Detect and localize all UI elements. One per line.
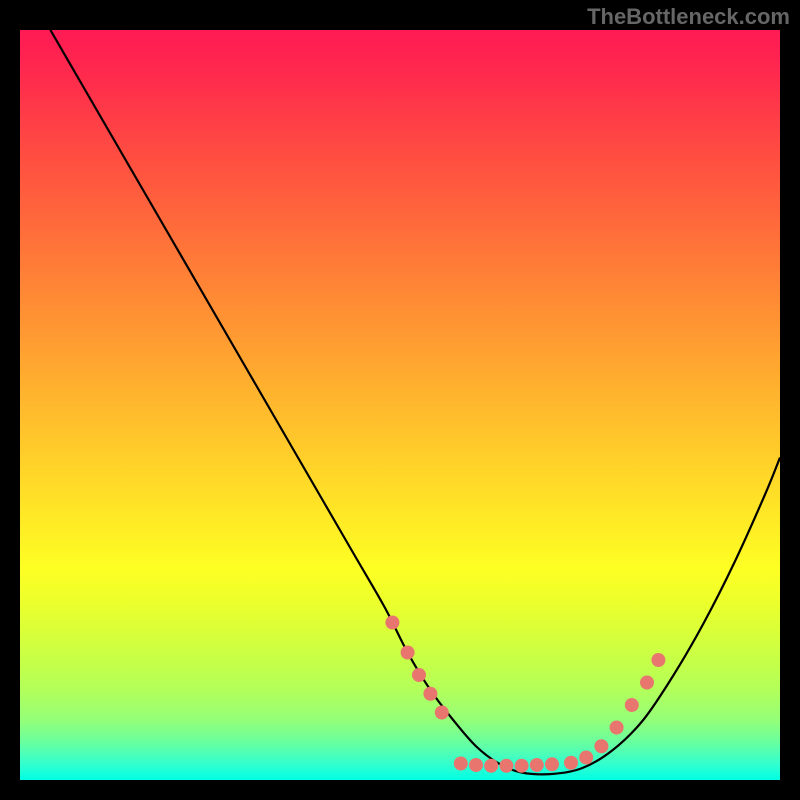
data-point <box>454 757 468 771</box>
data-point <box>545 757 559 771</box>
data-point <box>610 721 624 735</box>
chart-plot-area <box>20 30 780 780</box>
data-point <box>640 676 654 690</box>
bottleneck-curve <box>50 30 780 774</box>
data-point <box>385 616 399 630</box>
chart-svg <box>20 30 780 780</box>
data-point <box>412 668 426 682</box>
data-point <box>564 756 578 770</box>
data-point <box>401 646 415 660</box>
data-point <box>469 758 483 772</box>
curve-points <box>385 616 665 773</box>
data-point <box>594 739 608 753</box>
data-point <box>625 698 639 712</box>
data-point <box>423 687 437 701</box>
data-point <box>579 751 593 765</box>
data-point <box>530 758 544 772</box>
data-point <box>484 759 498 773</box>
data-point <box>435 706 449 720</box>
data-point <box>499 759 513 773</box>
watermark-text: TheBottleneck.com <box>587 4 790 30</box>
data-point <box>515 759 529 773</box>
data-point <box>651 653 665 667</box>
